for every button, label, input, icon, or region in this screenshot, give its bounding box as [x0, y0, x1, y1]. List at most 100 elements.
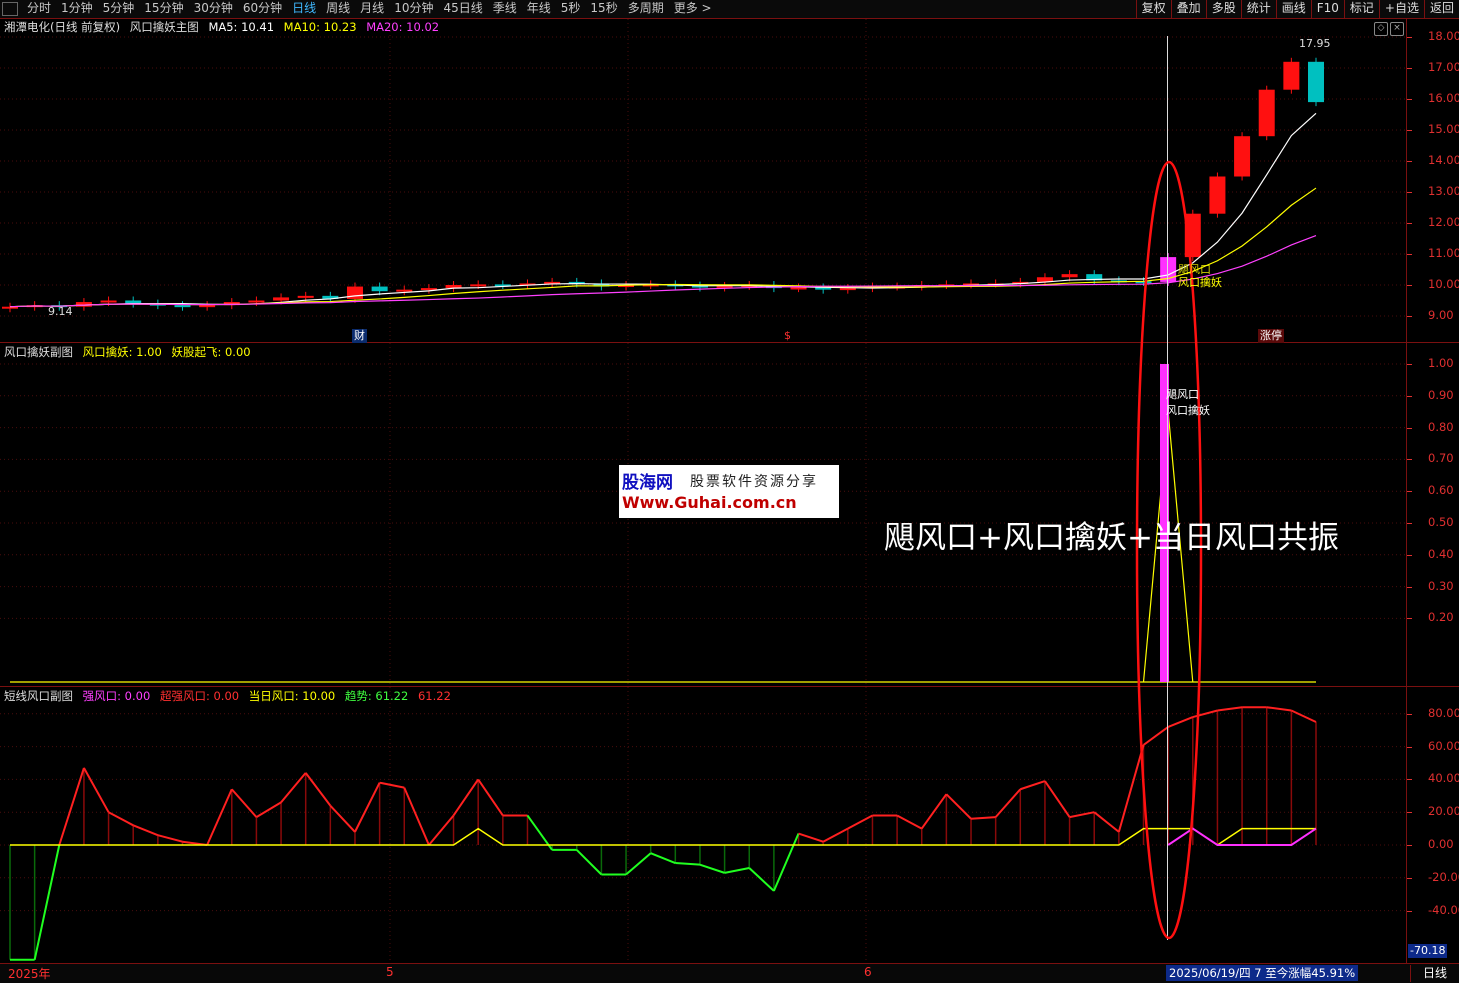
trend-line-segment	[452, 778, 480, 817]
axis-label: 0.90	[1428, 387, 1454, 402]
trend-line-segment	[994, 788, 1022, 818]
trend-line-segment	[675, 862, 701, 866]
axis-label: 0.80	[1428, 419, 1454, 434]
sub1-panel-title: 风口擒妖副图 风口擒妖: 1.00 妖股起飞: 0.00	[4, 344, 257, 360]
candle-body	[273, 297, 290, 301]
panel-close-icon[interactable]: ×	[1390, 22, 1404, 36]
axis-label: 11.00	[1428, 246, 1459, 260]
trend-line-segment	[33, 844, 61, 961]
axis-label: 0.70	[1428, 451, 1454, 466]
event-tag-finance[interactable]: 财	[352, 329, 367, 343]
axis-label: 10.00	[1428, 277, 1459, 291]
axis-tick	[1407, 254, 1412, 255]
axis-tick	[1407, 161, 1412, 162]
trend-line-segment	[724, 866, 750, 874]
trend-line-segment	[1290, 709, 1317, 723]
ma20-line	[9, 235, 1317, 308]
axis-tick	[1407, 812, 1412, 814]
trend-line-segment	[157, 834, 183, 843]
trend-line-segment	[772, 833, 800, 892]
axis-tick	[1407, 618, 1412, 620]
sub2-name[interactable]: 短线风口副图	[4, 689, 73, 703]
date-axis-may: 5	[386, 965, 394, 979]
axis-label: 80.00	[1428, 705, 1459, 720]
ma20-value: MA20: 10.02	[366, 20, 440, 34]
candle-body	[248, 300, 265, 303]
trend-line-segment	[1069, 811, 1095, 819]
axis-label: 16.00	[1428, 91, 1459, 105]
candle-body	[790, 287, 807, 290]
trend-line-segment	[280, 772, 307, 804]
axis-tick	[1407, 130, 1412, 131]
event-tag-dollar[interactable]: $	[782, 329, 793, 343]
axis-label: 0.40	[1428, 546, 1454, 561]
trend-line-segment	[206, 788, 233, 846]
axis-tick	[1407, 746, 1412, 748]
axis-label: -40.00	[1428, 902, 1459, 917]
trend-line-segment	[1019, 780, 1046, 791]
axis-tick	[1407, 99, 1412, 100]
sub2-value-trend2: 61.22	[417, 689, 451, 703]
trend-line-segment	[798, 832, 824, 843]
axis-tick	[1407, 223, 1412, 224]
trend-line-segment	[1217, 706, 1243, 712]
axis-label: -20.00	[1428, 869, 1459, 884]
trend-line-segment	[58, 767, 85, 846]
sub2-value-super: 超强风口: 0.00	[159, 689, 240, 703]
trend-line-segment	[945, 793, 972, 820]
axis-label: 0.30	[1428, 578, 1454, 593]
axis-label: 60.00	[1428, 738, 1459, 753]
watermark-url: Www.Guhai.com.cn	[622, 493, 797, 512]
trend-line-segment	[379, 781, 405, 789]
trend-line-segment	[822, 827, 849, 843]
axis-tick	[1407, 285, 1412, 286]
axis-label: 15.00	[1428, 122, 1459, 136]
watermark-slogan: 股票软件资源分享	[690, 474, 818, 490]
sub1-value-fengkou: 风口擒妖: 1.00	[82, 345, 162, 359]
axis-label: 13.00	[1428, 184, 1459, 198]
panel-settings-icon[interactable]: ◇	[1374, 22, 1388, 36]
ma5-line	[9, 112, 1317, 308]
watermark-logo: 股海网 股票软件资源分享 Www.Guhai.com.cn	[619, 465, 839, 518]
sub1-name[interactable]: 风口擒妖副图	[4, 345, 73, 359]
main-panel-title: 湘潭电化(日线 前复权) 风口擒妖主图 MA5: 10.41 MA10: 10.…	[4, 19, 445, 35]
trend-line-segment	[650, 852, 676, 864]
axis-tick	[1407, 910, 1412, 912]
sub2-value-today: 当日风口: 10.00	[248, 689, 336, 703]
axis-label: 0.60	[1428, 483, 1454, 498]
trend-line-segment	[255, 801, 282, 818]
trend-line-segment	[108, 811, 134, 827]
ma10-value: MA10: 10.23	[283, 20, 357, 34]
axis-tick	[1407, 713, 1412, 715]
ma10-line	[9, 187, 1317, 308]
axis-tick	[1407, 37, 1412, 38]
trend-line-segment	[625, 852, 652, 876]
axis-tick	[1407, 523, 1412, 524]
candle-body	[1061, 274, 1078, 278]
axis-label: 0.00	[1428, 837, 1454, 851]
trend-line-segment	[699, 863, 725, 874]
candle-body	[396, 289, 413, 292]
sub2-value-trend: 趋势: 61.22	[344, 689, 409, 703]
indicator-name[interactable]: 风口擒妖主图	[130, 20, 199, 34]
axis-tick	[1407, 364, 1412, 365]
period-label[interactable]: 日线	[1410, 965, 1459, 982]
trend-line-segment	[231, 788, 258, 818]
sub2-panel-title: 短线风口副图 强风口: 0.00 超强风口: 0.00 当日风口: 10.00 …	[4, 688, 457, 704]
event-tag-limit-up[interactable]: 涨停	[1258, 329, 1284, 343]
axis-tick	[1407, 491, 1412, 493]
axis-tick	[1407, 316, 1412, 317]
trend-line-segment	[132, 824, 159, 837]
axis-tick	[1407, 779, 1412, 781]
axis-tick	[1407, 554, 1412, 556]
axis-tick	[1407, 395, 1412, 397]
cursor-date-info: 2025/06/19/四 7 至今涨幅45.91%	[1166, 965, 1359, 981]
trend-line-segment	[896, 814, 923, 830]
trend-line-segment	[428, 814, 455, 846]
candle-body	[199, 305, 216, 308]
watermark-brand: 股海网	[622, 473, 673, 493]
sub1-annotation-hurricane: 飓风口	[1166, 388, 1199, 401]
trend-line-segment	[477, 778, 504, 817]
trend-line-segment	[576, 849, 603, 876]
axis-label: 9.00	[1428, 308, 1454, 322]
